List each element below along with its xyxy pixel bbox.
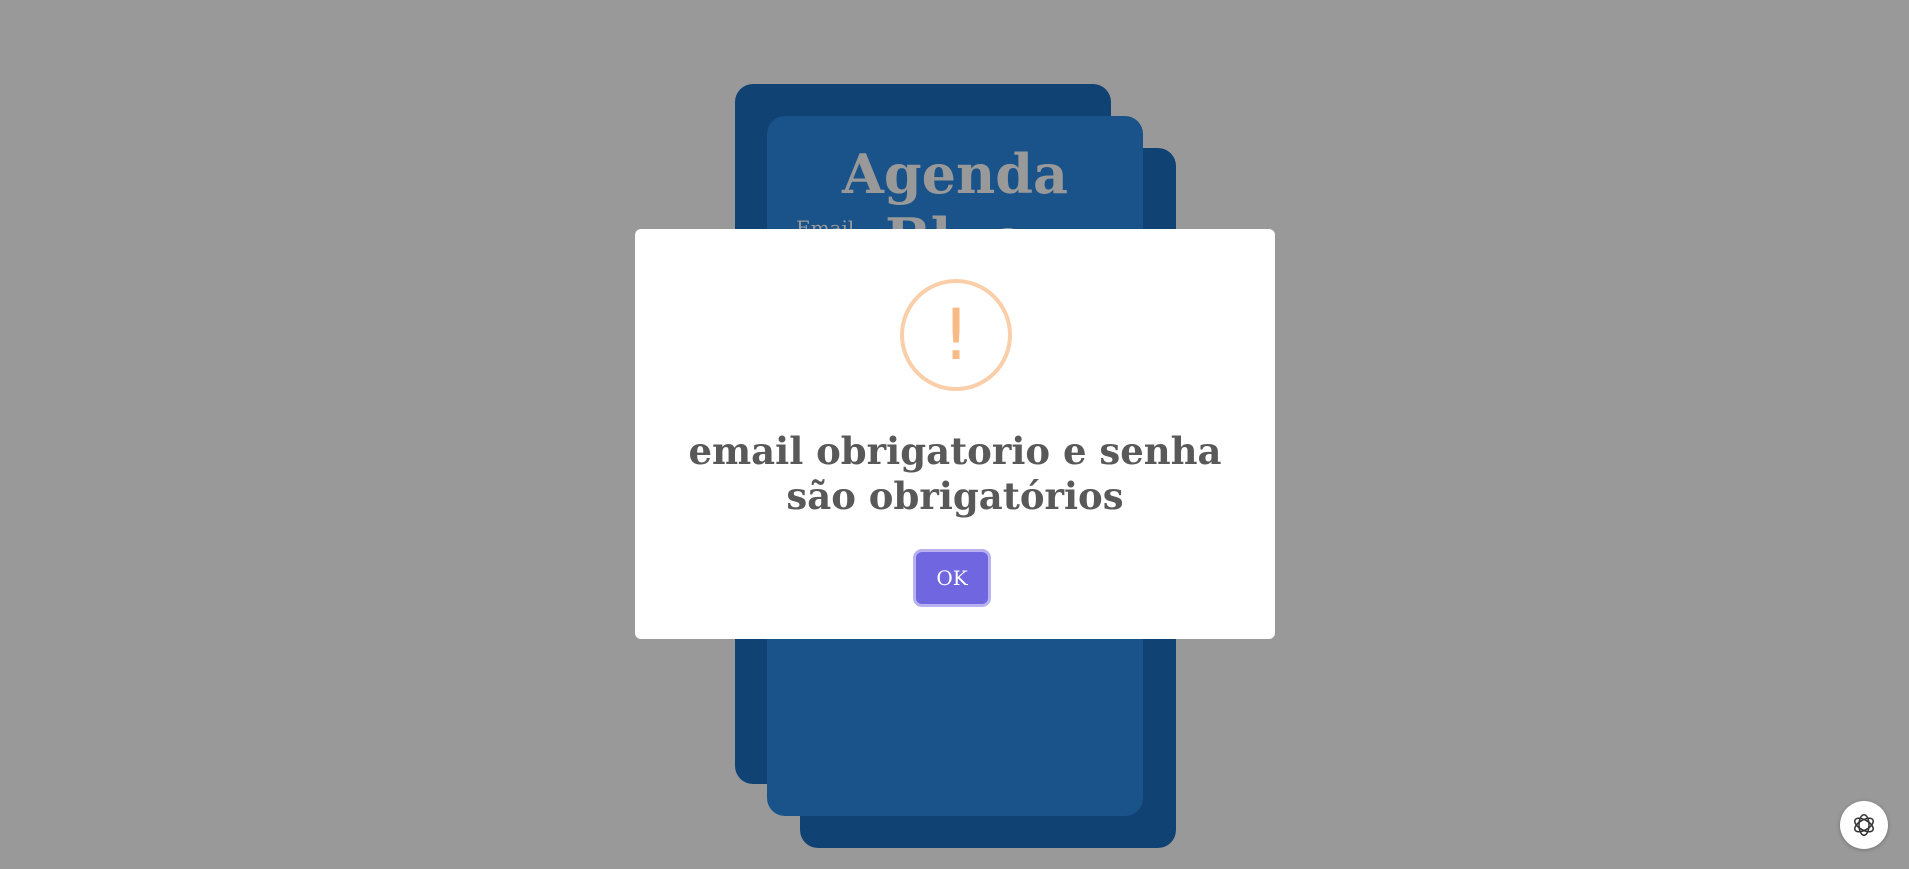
warning-icon-glyph: ! [941,294,971,376]
openai-logo-icon [1854,814,1874,836]
alert-dialog: ! email obrigatorio e senha são obrigató… [635,229,1275,639]
ok-button[interactable]: OK [916,552,988,604]
alert-message: email obrigatorio e senha são obrigatóri… [688,429,1222,518]
assistant-floating-button[interactable] [1840,801,1888,849]
warning-icon: ! [900,279,1012,391]
